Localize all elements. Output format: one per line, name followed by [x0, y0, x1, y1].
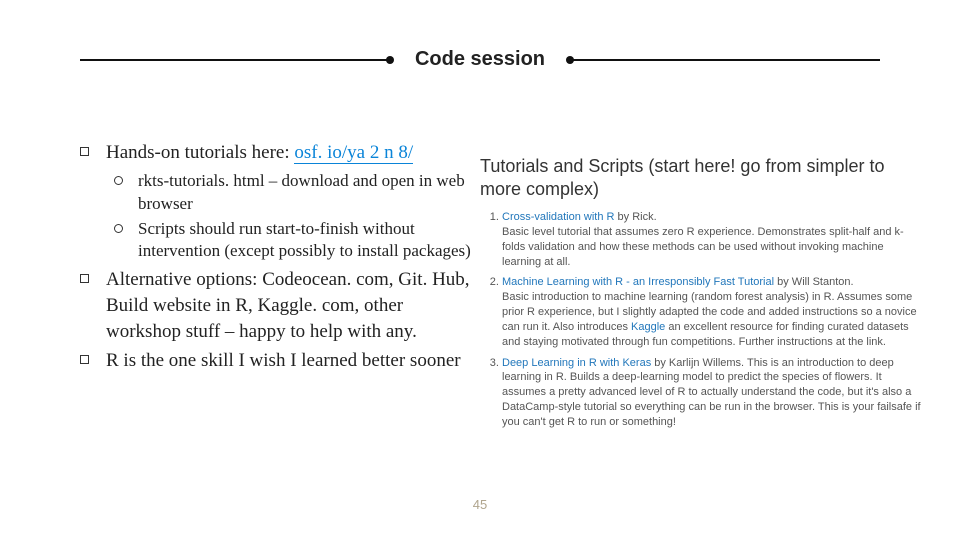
- tutorials-link[interactable]: osf. io/ya 2 n 8/: [294, 142, 413, 164]
- embed-item-2-by: by Will Stanton.: [774, 276, 853, 288]
- embed-heading: Tutorials and Scripts (start here! go fr…: [480, 155, 925, 200]
- page-number: 45: [0, 497, 960, 512]
- embed-item-1-body: Basic level tutorial that assumes zero R…: [502, 226, 904, 268]
- slide-title: Code session: [391, 48, 569, 71]
- embed-item-1: Cross-validation with R by Rick. Basic l…: [502, 210, 925, 269]
- subbullet-1: rkts-tutorials. html – download and open…: [114, 170, 480, 216]
- embedded-panel: Tutorials and Scripts (start here! go fr…: [480, 155, 925, 436]
- bullet-3: R is the one skill I wish I learned bett…: [80, 348, 480, 374]
- bullet-2: Alternative options: Codeocean. com, Git…: [80, 267, 480, 344]
- rule-left: [80, 59, 391, 61]
- subbullet-2: Scripts should run start-to-finish witho…: [114, 218, 480, 264]
- embed-item-1-title[interactable]: Cross-validation with R: [502, 211, 614, 223]
- rule-right: [569, 59, 880, 61]
- embed-item-3: Deep Learning in R with Keras by Karlijn…: [502, 356, 925, 430]
- bullet-1-text: Hands-on tutorials here:: [106, 142, 294, 163]
- embed-item-3-by: by Karlijn Willems.: [651, 357, 747, 369]
- title-row: Code session: [0, 48, 960, 71]
- kaggle-link[interactable]: Kaggle: [631, 321, 665, 333]
- embed-item-3-title[interactable]: Deep Learning in R with Keras: [502, 357, 651, 369]
- slide: Code session Hands-on tutorials here: os…: [0, 0, 960, 540]
- body-content: Hands-on tutorials here: osf. io/ya 2 n …: [80, 140, 480, 378]
- bullet-1: Hands-on tutorials here: osf. io/ya 2 n …: [80, 140, 480, 263]
- embed-item-2-title[interactable]: Machine Learning with R - an Irresponsib…: [502, 276, 774, 288]
- embed-item-1-by: by Rick.: [614, 211, 656, 223]
- embed-item-2: Machine Learning with R - an Irresponsib…: [502, 275, 925, 349]
